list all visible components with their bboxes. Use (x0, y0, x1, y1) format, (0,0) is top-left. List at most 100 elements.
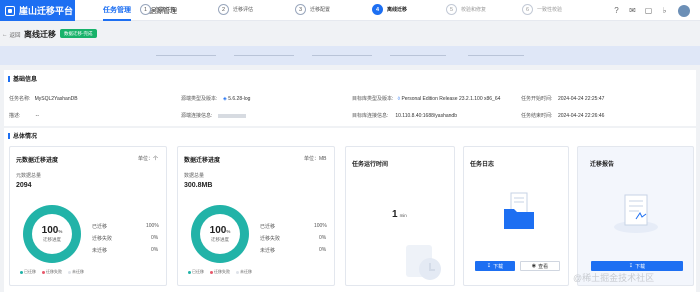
start-time-row: 任务开始时间: 2024-04-24 22:25:47 (521, 95, 604, 102)
download-report-button[interactable]: ↧ 下载 (591, 261, 683, 271)
percent-unit: % (58, 229, 63, 234)
mysql-icon: ◈ (222, 96, 227, 102)
step-label: 离线迁移 (387, 7, 408, 13)
progress-percent: 100 (209, 225, 227, 236)
step-create-task[interactable]: 1 创建任务 (140, 4, 175, 15)
legend-item: 已迁移 (20, 269, 36, 275)
download-icon: ↧ (486, 263, 492, 269)
percent-unit: % (226, 229, 231, 234)
logo-icon (5, 5, 15, 16)
step-verify-repair[interactable]: 5 校验和修复 (446, 4, 486, 15)
field-label: 任务开始时间: (521, 96, 553, 102)
clock-watermark-icon (406, 245, 441, 280)
step-connector (156, 55, 216, 56)
step-connector (312, 55, 372, 56)
download-log-button[interactable]: ↧ 下载 (475, 261, 515, 271)
card-unit: 单位：个 (138, 156, 159, 162)
avatar[interactable] (678, 5, 690, 17)
step-config[interactable]: 3 迁移配置 (295, 4, 330, 15)
step-number: 6 (522, 4, 533, 15)
back-link[interactable]: ← 返回 (2, 31, 21, 39)
card-title: 元数据迁移进度 (16, 158, 59, 164)
section-title-basic-info: 基础信息 (8, 74, 37, 83)
target-type-value: Personal Edition Release 23.2.1.100 x86_… (401, 96, 501, 102)
legend-item: 迁移失败 (210, 269, 230, 275)
notification-icon[interactable]: ✉ (628, 6, 637, 15)
step-number: 4 (372, 4, 383, 15)
stat-pending-value: 0% (319, 247, 327, 253)
app-title: 崖山迁移平台 (19, 6, 74, 16)
end-time-value: 2024-04-24 22:26:46 (557, 113, 605, 119)
yashandb-icon: ◊ (397, 96, 401, 102)
progress-label: 迁移进度 (211, 237, 229, 242)
step-number: 2 (218, 4, 229, 15)
step-consistency-check[interactable]: 6 一致性校验 (522, 4, 562, 15)
stat-pending-label: 未迁移 (260, 248, 276, 254)
legend-item: 迁移失败 (42, 269, 62, 275)
step-connector (234, 55, 294, 56)
step-offline-migration[interactable]: 4 离线迁移 (372, 4, 407, 15)
step-label: 迁移评估 (233, 7, 254, 13)
data-progress-card: 数据迁移进度 单位：MB 数据总量 300.8MB 100% 迁移进度 已迁移 … (177, 146, 335, 286)
progress-percent: 100 (41, 225, 59, 236)
legend: 已迁移 迁移失败 未迁移 (20, 269, 84, 275)
task-log-card: 任务日志 ↧ 下载 ◉ 查看 (463, 146, 569, 286)
runtime-value: 1 (392, 209, 398, 220)
source-conn-value-masked (217, 113, 246, 118)
end-time-row: 任务结束时间: 2024-04-24 22:26:46 (521, 112, 604, 119)
arrow-left-icon: ← (2, 32, 8, 38)
field-label: 任务名称: (9, 96, 31, 102)
progress-ring: 100% 迁移进度 (23, 205, 81, 263)
card-title: 数据迁移进度 (184, 158, 221, 164)
stat-migrated-value: 100% (146, 223, 159, 229)
target-conn-row: 目标库连接信息: 10.110.8.40:1688/yashandb (352, 112, 457, 119)
stat-migrated-value: 100% (314, 223, 327, 229)
step-connector (390, 55, 446, 56)
nav-task-management[interactable]: 任务管理 (103, 0, 131, 21)
stat-failed-label: 迁移失败 (92, 236, 113, 242)
stat-migrated-label: 已迁移 (260, 224, 276, 230)
step-assessment[interactable]: 2 迁移评估 (218, 4, 253, 15)
step-label: 校验和修复 (461, 7, 487, 13)
stat-failed-value: 0% (319, 235, 327, 241)
start-time-value: 2024-04-24 22:25:47 (557, 96, 605, 102)
screen-icon[interactable]: ▢ (644, 6, 653, 15)
stat-failed-label: 迁移失败 (260, 236, 281, 242)
card-title: 任务运行时间 (352, 162, 389, 168)
target-type-row: 目标库类型及版本: ◊ Personal Edition Release 23.… (352, 95, 500, 102)
description-row: 描述: -- (9, 112, 39, 119)
button-label: 下载 (493, 263, 504, 270)
source-type-value: 5.6.28-log (228, 96, 251, 102)
step-number: 5 (446, 4, 457, 15)
status-badge: 数据迁移-完成 (60, 29, 97, 38)
report-document-icon (614, 194, 658, 233)
download-icon: ↧ (628, 263, 634, 269)
field-label: 源端类型及版本: (181, 96, 218, 102)
legend-item: 未迁移 (236, 269, 252, 275)
card-title: 任务日志 (470, 162, 495, 168)
legend: 已迁移 迁移失败 未迁移 (188, 269, 252, 275)
metadata-total-value: 2094 (16, 182, 32, 189)
card-unit: 单位：MB (304, 156, 327, 162)
runtime-unit: min (399, 213, 407, 218)
migration-report-card: 迁移报告 ↧ 下载 (577, 146, 694, 286)
step-number: 3 (295, 4, 306, 15)
step-label: 一致性校验 (537, 7, 563, 13)
view-log-button[interactable]: ◉ 查看 (520, 261, 560, 271)
legend-item: 未迁移 (68, 269, 84, 275)
field-label: 源端连接信息: (181, 113, 213, 119)
stat-pending-label: 未迁移 (92, 248, 108, 254)
metadata-total-label: 元数据总量 (16, 173, 42, 179)
data-total-label: 数据总量 (184, 173, 205, 179)
app-logo[interactable]: 崖山迁移平台 (0, 0, 75, 21)
target-conn-value: 10.110.8.40:1688/yashandb (395, 113, 457, 119)
step-connector (468, 55, 524, 56)
runtime-card: 任务运行时间 1 min (345, 146, 455, 286)
help-icon[interactable]: ? (612, 6, 621, 15)
back-label: 返回 (9, 33, 21, 39)
task-name-row: 任务名称: MySQL2YashanDB (9, 95, 78, 102)
bell-icon[interactable]: ♭ (660, 6, 669, 15)
step-label: 创建任务 (155, 7, 176, 13)
log-folder-icon (504, 192, 534, 229)
watermark: @稀土掘金技术社区 (573, 273, 655, 283)
